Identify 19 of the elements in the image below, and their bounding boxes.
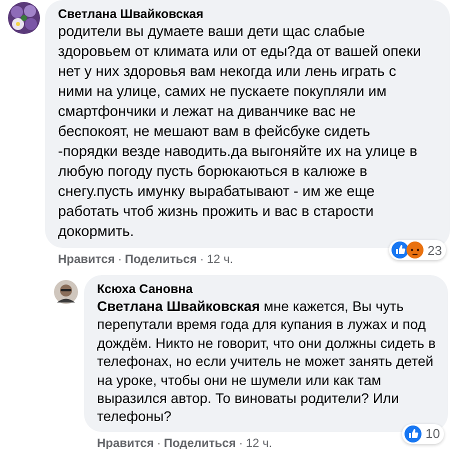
angry-face-icon [406,241,424,259]
reaction-badge[interactable]: 10 [402,424,444,444]
thumbs-up-icon [390,241,409,259]
action-link[interactable]: Поделиться [164,436,236,449]
reaction-badge[interactable]: 23 [388,240,446,260]
comment-text: родители вы думаете ваши дети щас слабые здоровьем от климата или от еды?да от вашей опеки нет у них здоровья вам некогда или лень играть с ними на улице, самих не пускаете покупляли им смартфончики и лежат на диванчике вас не беспокоят, не мешают вам в фейсбуке сидеть -порядки везде наводить.да выгоняйте их на улице в любую погоду пусть борюкаються в калюже в снегу.пусть имунку вырабатывают - им же еще работать чтоб жизнь прожить и вас в старости докормить. [58,23,422,242]
comment-text: Светлана Швайковская мне кажется, Вы чуть перепутали время года для купания в лужах и под дождём. Никто не говорит, что они должны сидеть в телефонах, но если учитель не может занять детей на уроке, чтобы они не шумели или как там выразился автор. То виноваты родители? Или телефоны? [97,297,436,426]
thumbs-up-icon [404,424,422,443]
action-link[interactable]: Нравится [97,436,154,449]
separator-dot: · [156,436,161,449]
action-link[interactable]: Нравится [58,252,115,267]
action-link[interactable]: Поделиться [124,252,197,267]
author-name[interactable]: Ксюха Сановна [97,282,436,297]
timestamp[interactable]: 12 ч. [206,252,234,267]
author-name[interactable]: Светлана Швайковская [58,7,426,22]
timestamp[interactable]: 12 ч. [246,436,272,449]
separator-dot: · [238,436,243,449]
separator-dot: · [200,252,204,267]
separator-dot: · [118,252,122,267]
